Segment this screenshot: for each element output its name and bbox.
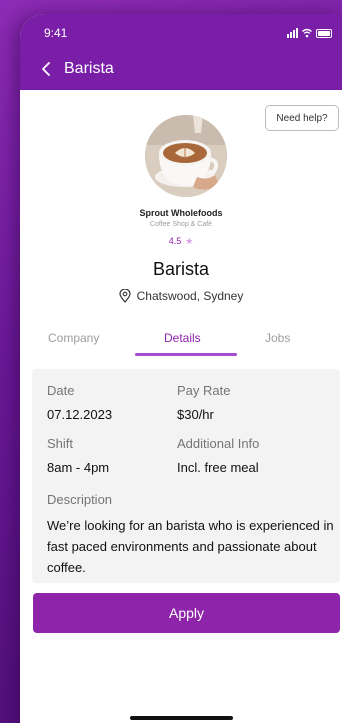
- company-rating: 4.5 ★: [20, 236, 342, 247]
- company-type: Coffee Shop & Café: [149, 221, 213, 228]
- date-label: Date: [47, 383, 75, 398]
- battery-icon: [316, 29, 332, 38]
- company-name: Sprout Wholefoods: [139, 208, 223, 218]
- description-label: Description: [47, 492, 113, 507]
- tab-details[interactable]: Details: [164, 331, 201, 345]
- job-location: Chatswood, Sydney: [20, 289, 342, 303]
- shift-label: Shift: [47, 436, 74, 451]
- status-time: 9:41: [44, 26, 68, 40]
- coffee-cup-image: [145, 115, 227, 197]
- phone-screen: 9:41 Barista Need help? Sprout Wholefood…: [20, 14, 342, 723]
- wifi-icon: [302, 28, 312, 38]
- apply-button[interactable]: Apply: [33, 593, 340, 633]
- need-help-button[interactable]: Need help?: [265, 105, 339, 131]
- additional-info-value: Incl. free meal: [177, 460, 259, 475]
- pay-rate-value: $30/hr: [177, 407, 214, 422]
- description-text: We’re looking for an barista who is expe…: [47, 518, 334, 575]
- status-icons: [287, 26, 332, 38]
- location-pin-icon: [119, 289, 131, 303]
- tab-company[interactable]: Company: [48, 331, 99, 345]
- job-details-panel: Date 07.12.2023 Pay Rate $30/hr Shift 8a…: [32, 369, 340, 583]
- pay-rate-label: Pay Rate: [177, 383, 231, 398]
- back-chevron-icon[interactable]: [40, 61, 52, 77]
- active-tab-indicator: [135, 353, 237, 356]
- page-title: Barista: [64, 60, 114, 77]
- star-icon: ★: [185, 236, 194, 246]
- tab-jobs[interactable]: Jobs: [265, 331, 290, 345]
- location-text: Chatswood, Sydney: [136, 289, 244, 303]
- company-avatar: [145, 115, 227, 197]
- job-title: Barista: [152, 259, 210, 279]
- date-value: 07.12.2023: [47, 407, 113, 422]
- rating-value: 4.5: [168, 236, 182, 246]
- shift-value: 8am - 4pm: [47, 460, 110, 475]
- additional-info-label: Additional Info: [177, 436, 260, 451]
- app-header: 9:41 Barista: [20, 14, 342, 90]
- home-indicator: [130, 716, 233, 720]
- signal-icon: [287, 28, 298, 38]
